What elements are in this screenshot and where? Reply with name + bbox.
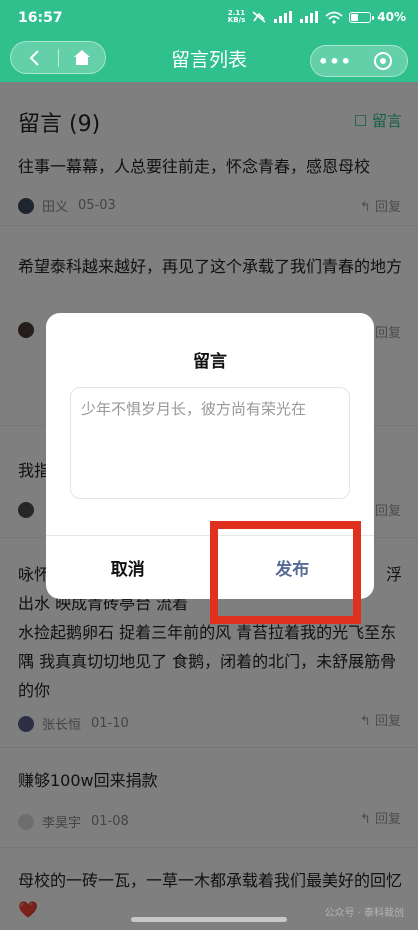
- signal-icon-2: [300, 11, 319, 23]
- home-indicator[interactable]: [131, 917, 287, 922]
- target-icon: [374, 52, 392, 70]
- annotation-highlight-box: [210, 521, 361, 624]
- nav-bar: 留言列表 •••: [0, 38, 418, 82]
- battery-value: 40: [377, 10, 394, 24]
- dialog-title: 留言: [193, 352, 227, 372]
- nav-right-capsule: •••: [310, 45, 408, 77]
- signal-icon: [274, 11, 293, 23]
- status-icons: 2.11 KB/s 40%: [228, 10, 406, 25]
- close-miniapp-button[interactable]: [359, 45, 407, 77]
- wifi-icon: [325, 11, 343, 24]
- battery-percent: 40%: [377, 10, 406, 24]
- battery-level: [351, 13, 359, 21]
- message-input[interactable]: 少年不惧岁月长，彼方尚有荣光在: [70, 387, 350, 499]
- watermark: 公众号 · 泰科裁创: [324, 908, 404, 919]
- net-speed: 2.11 KB/s: [228, 10, 245, 24]
- more-button[interactable]: •••: [311, 45, 359, 77]
- cancel-button[interactable]: 取消: [46, 536, 211, 599]
- status-bar: 16:57 2.11 KB/s 40%: [0, 0, 418, 38]
- net-speed-unit: KB/s: [227, 16, 246, 24]
- battery-icon: [349, 11, 375, 23]
- vibrate-icon: [252, 11, 266, 23]
- more-dots-icon: •••: [318, 51, 352, 71]
- status-time: 16:57: [18, 10, 63, 26]
